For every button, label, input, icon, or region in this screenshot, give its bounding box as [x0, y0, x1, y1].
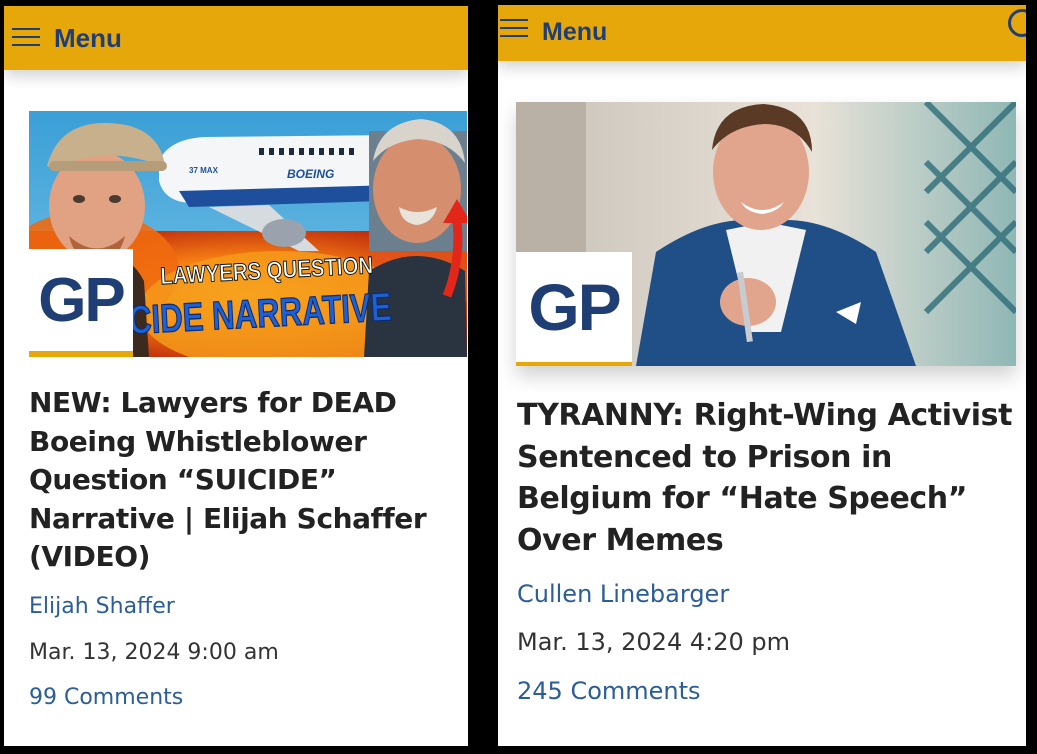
article-date: Mar. 13, 2024 9:00 am [29, 640, 279, 665]
left-article-screen: Menu BOEING 37 MAX LAWYERS QUESTION ICID… [4, 6, 468, 746]
search-icon[interactable] [1008, 9, 1026, 37]
article-thumbnail[interactable]: GP [516, 102, 1016, 366]
menu-label[interactable]: Menu [54, 23, 122, 54]
plane-model-text: 37 MAX [189, 166, 219, 175]
menu-bar: Menu [498, 5, 1026, 61]
article-headline[interactable]: TYRANNY: Right-Wing Activist Sentenced t… [517, 395, 1017, 561]
article-author[interactable]: Cullen Linebarger [517, 580, 729, 608]
menu-label[interactable]: Menu [542, 18, 607, 47]
gp-logo: GP [29, 249, 133, 357]
article-author[interactable]: Elijah Shaffer [29, 594, 175, 619]
article-comments-link[interactable]: 245 Comments [517, 677, 701, 705]
gp-logo: GP [516, 252, 632, 366]
hamburger-icon[interactable] [500, 19, 528, 39]
menu-bar: Menu [4, 6, 468, 70]
article-date: Mar. 13, 2024 4:20 pm [517, 628, 790, 656]
article-comments-link[interactable]: 99 Comments [29, 685, 183, 710]
plane-text: BOEING [287, 167, 334, 181]
right-article-screen: Menu GP TYRANNY: Right-Wing Activist Sen… [498, 5, 1026, 746]
article-headline[interactable]: NEW: Lawyers for DEAD Boeing Whistleblow… [29, 384, 459, 577]
article-thumbnail[interactable]: BOEING 37 MAX LAWYERS QUESTION ICIDE NAR… [29, 111, 467, 357]
hamburger-icon[interactable] [12, 28, 40, 48]
